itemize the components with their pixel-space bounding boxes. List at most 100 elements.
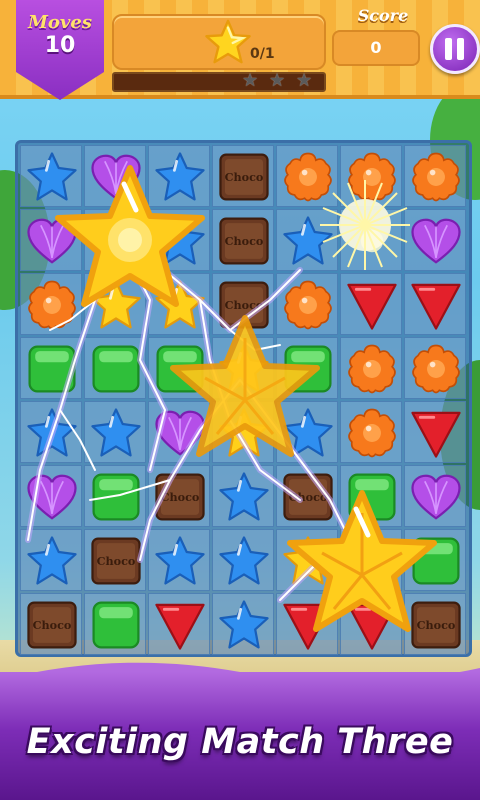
board-cell[interactable] xyxy=(84,337,146,399)
board-cell[interactable] xyxy=(20,209,82,271)
green-square-candy xyxy=(348,473,396,521)
score-progress-bar: ★ ★ ★ xyxy=(112,70,326,92)
blue-star-candy xyxy=(155,536,205,585)
board-cell[interactable] xyxy=(148,401,210,463)
yellow-star-candy xyxy=(155,280,205,329)
board-cell[interactable] xyxy=(340,529,402,591)
board-cell[interactable] xyxy=(20,273,82,335)
choco-candy: Choco xyxy=(27,601,77,649)
board-cell[interactable] xyxy=(20,529,82,591)
board-cell[interactable] xyxy=(148,145,210,207)
board-cell[interactable] xyxy=(340,593,402,655)
board-cell[interactable] xyxy=(212,465,274,527)
board-cell[interactable] xyxy=(404,401,466,463)
purple-heart-candy xyxy=(411,218,461,264)
choco-label: Choco xyxy=(225,234,264,248)
board-cell[interactable] xyxy=(148,273,210,335)
board-cell[interactable] xyxy=(340,209,402,271)
board-cell[interactable]: Choco xyxy=(84,529,146,591)
board-cell[interactable] xyxy=(148,529,210,591)
board-cell[interactable]: Choco xyxy=(212,209,274,271)
sparkle-icon xyxy=(360,229,384,253)
orange-flower-candy xyxy=(412,344,460,394)
board-cell[interactable]: Choco xyxy=(404,593,466,655)
board-cell[interactable] xyxy=(340,273,402,335)
board-cell[interactable] xyxy=(212,401,274,463)
board-cell[interactable] xyxy=(340,401,402,463)
choco-label: Choco xyxy=(225,298,264,312)
purple-heart-candy xyxy=(91,154,141,200)
red-triangle-candy xyxy=(283,603,333,650)
blue-star-candy xyxy=(219,600,269,649)
target-count: 0/1 xyxy=(250,46,275,62)
orange-flower-candy xyxy=(348,344,396,394)
board-cell[interactable] xyxy=(212,337,274,399)
star-candy-icon xyxy=(205,19,251,64)
green-square-candy xyxy=(28,345,76,393)
board-cell[interactable]: Choco xyxy=(212,273,274,335)
purple-heart-candy xyxy=(27,474,77,520)
board-cell[interactable] xyxy=(148,337,210,399)
banner-title: Exciting Match Three xyxy=(26,722,454,762)
board-cell[interactable]: Choco xyxy=(212,145,274,207)
board-cell[interactable] xyxy=(276,145,338,207)
board-cell[interactable] xyxy=(276,337,338,399)
score-label: Score xyxy=(357,6,409,25)
board-cell[interactable] xyxy=(84,273,146,335)
board-cell[interactable]: Choco xyxy=(20,593,82,655)
board-cell[interactable] xyxy=(276,593,338,655)
choco-label: Choco xyxy=(33,618,72,632)
moves-label: Moves xyxy=(28,12,92,33)
board-cell[interactable] xyxy=(84,465,146,527)
yellow-star-candy xyxy=(283,536,333,585)
board-cell[interactable] xyxy=(20,465,82,527)
yellow-star-candy xyxy=(91,216,141,265)
board-cell[interactable] xyxy=(404,337,466,399)
blue-star-candy xyxy=(155,152,205,201)
board-cell[interactable] xyxy=(276,273,338,335)
board-cell[interactable] xyxy=(84,145,146,207)
board-cell[interactable] xyxy=(212,529,274,591)
orange-flower-candy xyxy=(28,280,76,330)
green-square-candy xyxy=(284,345,332,393)
orange-flower-candy xyxy=(284,152,332,202)
yellow-star-candy xyxy=(219,344,269,393)
board-cell[interactable] xyxy=(404,273,466,335)
board-cell[interactable] xyxy=(84,209,146,271)
board-cell[interactable]: Choco xyxy=(148,465,210,527)
board-cell[interactable] xyxy=(276,529,338,591)
board-cell[interactable] xyxy=(340,337,402,399)
blue-star-candy xyxy=(27,536,77,585)
board-cell[interactable] xyxy=(276,401,338,463)
board-cell[interactable] xyxy=(84,401,146,463)
board-cell[interactable]: Choco xyxy=(276,465,338,527)
board-cell[interactable] xyxy=(340,465,402,527)
board-cell[interactable] xyxy=(340,145,402,207)
board-cell[interactable] xyxy=(404,209,466,271)
board-cell[interactable] xyxy=(20,401,82,463)
yellow-star-candy xyxy=(91,280,141,329)
choco-candy: Choco xyxy=(219,281,269,329)
board-cell[interactable] xyxy=(212,593,274,655)
pause-button[interactable] xyxy=(430,24,480,74)
star-icon: ★ xyxy=(296,70,313,91)
board-cell[interactable] xyxy=(404,145,466,207)
choco-candy: Choco xyxy=(283,473,333,521)
board-cell[interactable] xyxy=(148,593,210,655)
yellow-star-candy xyxy=(347,536,397,585)
choco-candy: Choco xyxy=(219,217,269,265)
orange-flower-candy xyxy=(348,408,396,458)
board-cell[interactable] xyxy=(20,145,82,207)
green-square-candy xyxy=(412,537,460,585)
board-cell[interactable] xyxy=(84,593,146,655)
board-cell[interactable] xyxy=(20,337,82,399)
choco-candy: Choco xyxy=(91,537,141,585)
purple-heart-candy xyxy=(411,474,461,520)
board-cell[interactable] xyxy=(276,209,338,271)
board-cell[interactable] xyxy=(404,465,466,527)
board-cell[interactable] xyxy=(404,529,466,591)
blue-star-candy xyxy=(219,536,269,585)
board-cell[interactable] xyxy=(148,209,210,271)
blue-star-candy xyxy=(219,472,269,521)
blue-star-candy xyxy=(91,408,141,457)
